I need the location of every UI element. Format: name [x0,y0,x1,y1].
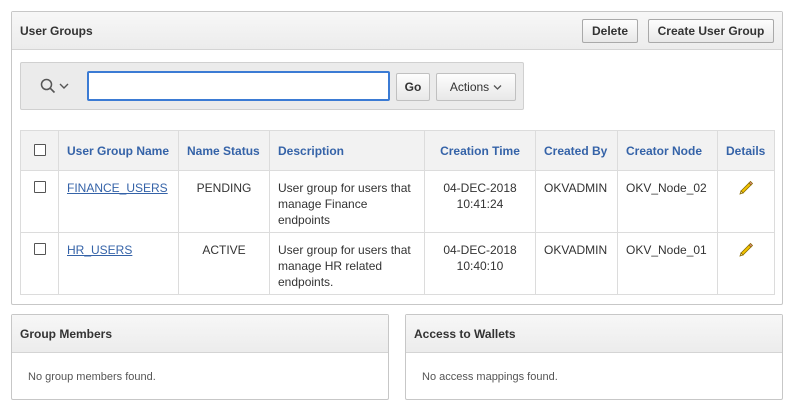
user-groups-table: User Group Name Name Status Description … [20,130,775,295]
status-badge: PENDING [178,170,270,233]
creation-time-cell: 04-DEC-2018 10:40:10 [424,232,536,295]
creation-date: 04-DEC-2018 [443,243,517,257]
user-groups-region: User Groups Delete Create User Group Go … [11,11,783,305]
search-input[interactable] [87,71,390,101]
creation-date: 04-DEC-2018 [443,181,517,195]
actions-label: Actions [449,80,490,94]
group-name-cell: FINANCE_USERS [58,170,179,233]
actions-menu-button[interactable]: Actions [436,73,516,101]
creator-node-cell: OKV_Node_02 [617,170,718,233]
details-cell [717,170,775,233]
chevron-down-icon [59,83,68,89]
access-to-wallets-region: Access to Wallets No access mappings fou… [405,314,783,400]
group-members-title: Group Members [20,326,113,341]
search-column-selector[interactable] [31,72,77,100]
row-checkbox[interactable] [33,243,46,255]
access-to-wallets-header: Access to Wallets [406,315,782,353]
group-members-empty-message: No group members found. [28,371,156,383]
creation-time-cell: 04-DEC-2018 10:41:24 [424,170,536,233]
row-checkbox[interactable] [33,181,46,193]
group-name-link[interactable]: FINANCE_USERS [67,181,168,195]
create-user-group-button[interactable]: Create User Group [648,19,774,43]
creation-time: 10:40:10 [456,259,504,273]
search-toolbar: Go Actions [20,62,524,110]
table-row: HR_USERS ACTIVE User group for users tha… [20,232,775,295]
access-to-wallets-empty-message: No access mappings found. [422,371,558,383]
row-select-cell [20,170,59,233]
created-by-cell: OKVADMIN [535,232,618,295]
col-description[interactable]: Description [269,130,425,171]
col-details: Details [717,130,775,171]
col-name-status[interactable]: Name Status [178,130,270,171]
group-members-region: Group Members No group members found. [11,314,389,400]
group-name-cell: HR_USERS [58,232,179,295]
group-members-header: Group Members [12,315,388,353]
select-all-checkbox[interactable] [33,143,46,156]
details-cell [717,232,775,295]
description-cell: User group for users that manage HR rela… [269,232,425,295]
table-row: FINANCE_USERS PENDING User group for use… [20,170,775,233]
created-by-cell: OKVADMIN [535,170,618,233]
go-button[interactable]: Go [396,73,430,101]
search-icon [40,78,55,94]
edit-pencil-icon[interactable] [738,180,754,196]
creation-time: 10:41:24 [456,197,504,211]
table-header-row: User Group Name Name Status Description … [20,130,775,171]
col-creator-node[interactable]: Creator Node [617,130,718,171]
col-created-by[interactable]: Created By [535,130,618,171]
col-user-group-name[interactable]: User Group Name [58,130,179,171]
creator-node-cell: OKV_Node_01 [617,232,718,295]
select-all-cell [20,130,59,171]
status-badge: ACTIVE [178,232,270,295]
user-groups-title: User Groups [20,23,93,38]
description-cell: User group for users that manage Finance… [269,170,425,233]
access-to-wallets-title: Access to Wallets [414,326,516,341]
edit-pencil-icon[interactable] [738,242,754,258]
col-creation-time[interactable]: Creation Time [424,130,536,171]
delete-button[interactable]: Delete [582,19,638,43]
group-name-link[interactable]: HR_USERS [67,243,132,257]
row-select-cell [20,232,59,295]
chevron-down-icon [493,84,502,90]
